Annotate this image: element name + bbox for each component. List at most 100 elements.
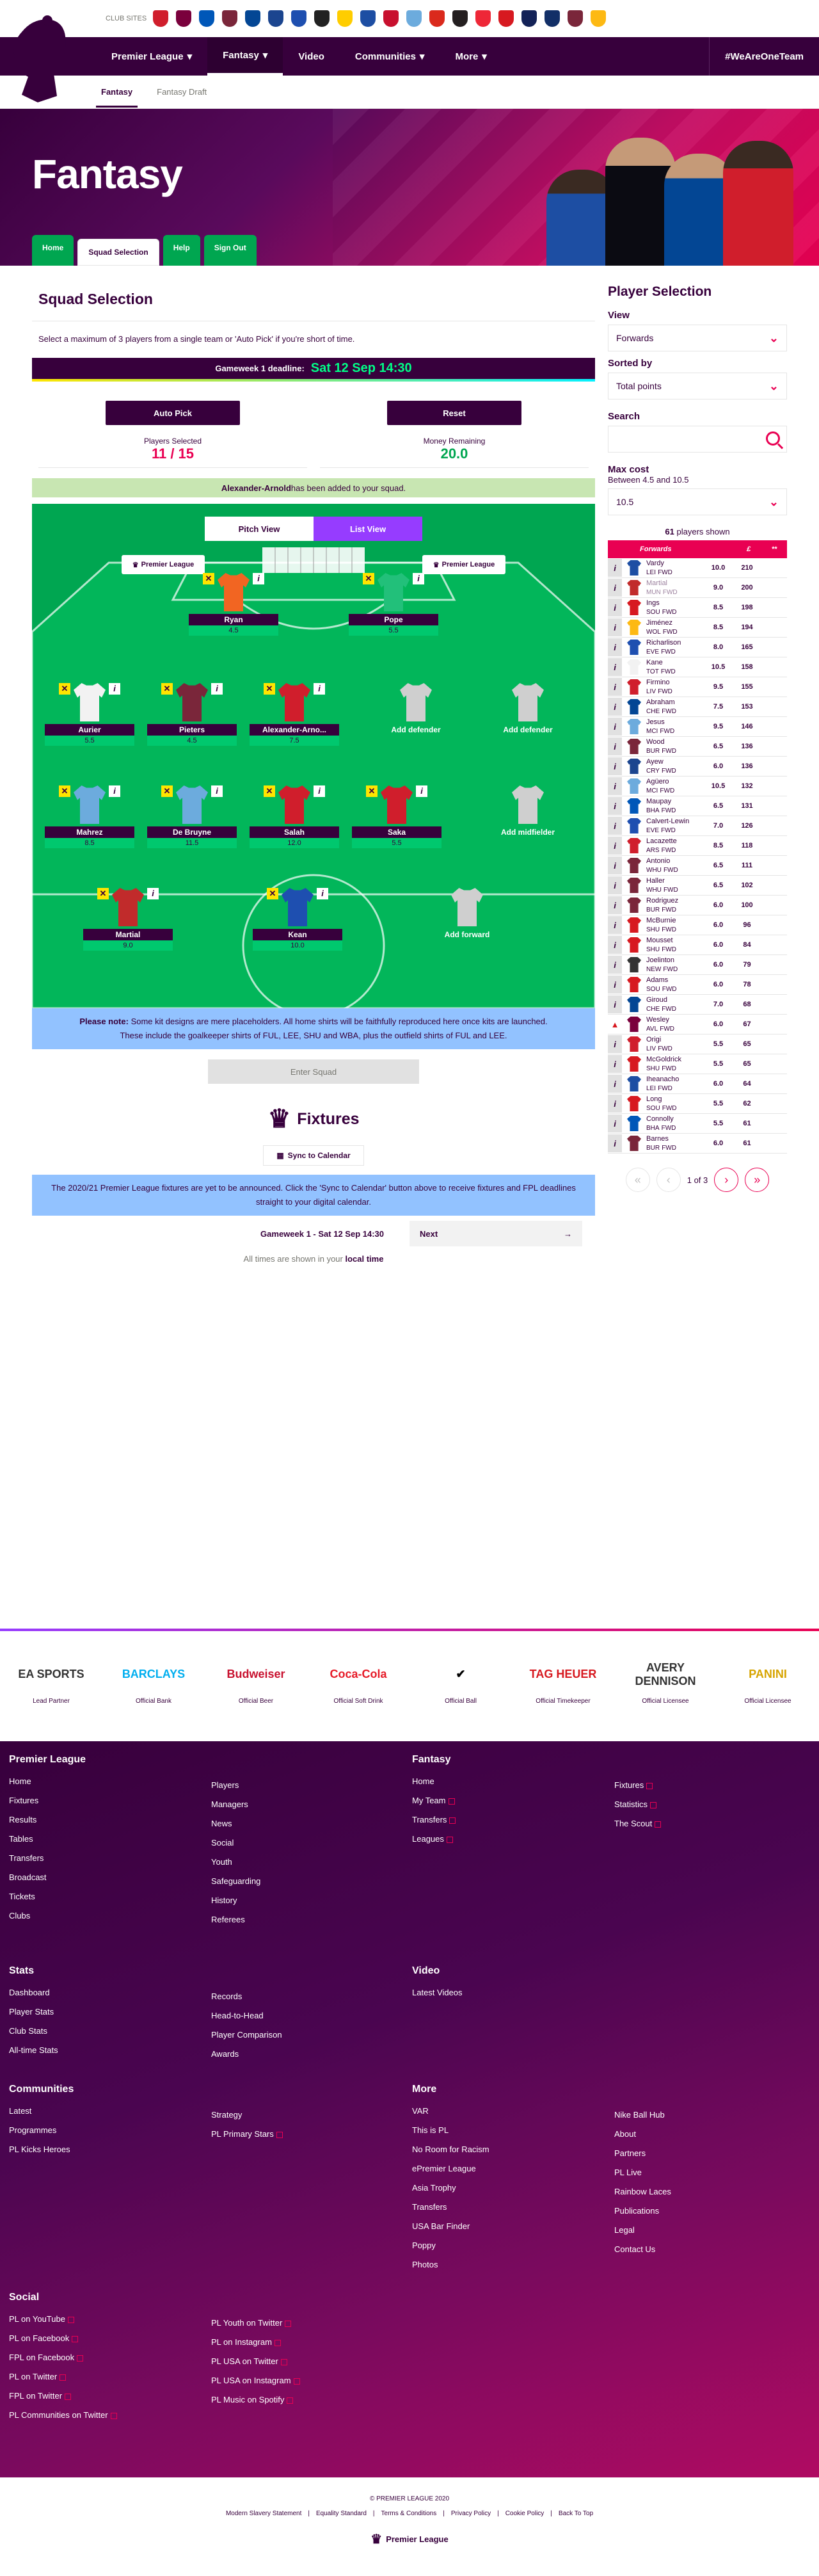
nav-more[interactable]: More ▾ xyxy=(440,37,502,76)
info-icon[interactable]: i xyxy=(608,936,622,954)
remove-icon[interactable]: ✕ xyxy=(59,683,70,695)
remove-icon[interactable]: ✕ xyxy=(97,888,109,899)
footer-link[interactable]: Statistics xyxy=(614,1795,661,1814)
pitch-player[interactable]: Alexander-Arno... 7.5 ✕ i xyxy=(250,683,339,746)
footer-link[interactable]: Managers xyxy=(211,1795,260,1814)
player-list-row[interactable]: i Vardy LEI FWD 10.0 210 xyxy=(608,558,787,578)
everton-crest-icon[interactable] xyxy=(291,10,307,27)
info-icon[interactable]: i xyxy=(211,683,223,695)
footer-link[interactable]: Awards xyxy=(211,2045,282,2064)
footer-link[interactable]: Strategy xyxy=(211,2105,283,2125)
footer-link[interactable]: PL USA on Instagram xyxy=(211,2371,300,2390)
footer-link[interactable]: This is PL xyxy=(412,2121,489,2140)
footer-link[interactable]: PL USA on Twitter xyxy=(211,2352,300,2371)
enter-squad-button[interactable]: Enter Squad xyxy=(208,1059,419,1084)
chelsea-crest-icon[interactable] xyxy=(245,10,261,27)
prev-page-button[interactable]: ‹ xyxy=(656,1168,681,1192)
player-list-row[interactable]: i Lacazette ARS FWD 8.5 118 xyxy=(608,836,787,856)
pitch-player[interactable]: Pope 5.5 ✕ i xyxy=(349,573,438,636)
partner-item[interactable]: PANINI Official Licensee xyxy=(729,1657,806,1705)
info-icon[interactable]: i xyxy=(608,995,622,1013)
pitch-player[interactable]: De Bruyne 11.5 ✕ i xyxy=(147,785,237,848)
footer-link[interactable]: Clubs xyxy=(9,1906,86,1926)
footer-link[interactable]: Transfers xyxy=(9,1849,86,1868)
nav-fantasy[interactable]: Fantasy ▾ xyxy=(207,37,283,76)
info-icon[interactable]: i xyxy=(416,785,427,797)
info-icon[interactable]: i xyxy=(608,777,622,795)
player-list-row[interactable]: i Long SOU FWD 5.5 62 xyxy=(608,1094,787,1114)
list-view-tab[interactable]: List View xyxy=(314,517,422,541)
info-icon[interactable]: i xyxy=(413,573,424,584)
footer-link[interactable]: Tables xyxy=(9,1830,86,1849)
footer-link[interactable]: Programmes xyxy=(9,2121,74,2140)
add-player-slot[interactable]: Add forward xyxy=(422,888,512,940)
we-are-one-team-link[interactable]: #WeAreOneTeam xyxy=(709,37,819,76)
footer-link[interactable]: Latest xyxy=(9,2102,74,2121)
footer-link[interactable]: PL Kicks Heroes xyxy=(9,2140,74,2159)
warning-icon[interactable]: ▲ xyxy=(608,1015,622,1033)
legal-link[interactable]: Privacy Policy xyxy=(451,2510,491,2517)
footer-link[interactable]: Latest Videos xyxy=(412,1983,463,2002)
remove-icon[interactable]: ✕ xyxy=(264,785,275,797)
tab-help[interactable]: Help xyxy=(163,235,200,266)
player-list-row[interactable]: i Firmino LIV FWD 9.5 155 xyxy=(608,677,787,697)
fulham-crest-icon[interactable] xyxy=(314,10,330,27)
next-gameweek-button[interactable]: Next → xyxy=(410,1221,582,1247)
arsenal-crest-icon[interactable] xyxy=(153,10,169,27)
info-icon[interactable]: i xyxy=(608,1075,622,1093)
info-icon[interactable]: i xyxy=(608,837,622,855)
footer-link[interactable]: Results xyxy=(9,1810,86,1830)
footer-link[interactable]: PL on Twitter xyxy=(9,2367,117,2387)
footer-link[interactable]: Photos xyxy=(412,2255,489,2274)
info-icon[interactable]: i xyxy=(317,888,328,899)
west-ham-crest-icon[interactable] xyxy=(568,10,584,27)
footer-link[interactable]: News xyxy=(211,1814,260,1833)
player-list-row[interactable]: i Mousset SHU FWD 6.0 84 xyxy=(608,935,787,955)
info-icon[interactable]: i xyxy=(608,1055,622,1073)
footer-link[interactable]: Publications xyxy=(614,2202,671,2221)
info-icon[interactable]: i xyxy=(608,698,622,716)
subnav-fantasy[interactable]: Fantasy xyxy=(96,77,138,108)
footer-link[interactable]: Partners xyxy=(614,2144,671,2163)
info-icon[interactable]: i xyxy=(608,956,622,974)
info-icon[interactable]: i xyxy=(608,976,622,994)
player-list-row[interactable]: i Wood BUR FWD 6.5 136 xyxy=(608,737,787,757)
info-icon[interactable]: i xyxy=(253,573,264,584)
footer-link[interactable]: FPL on Facebook xyxy=(9,2348,117,2367)
auto-pick-button[interactable]: Auto Pick xyxy=(106,401,240,425)
footer-link[interactable]: PL Music on Spotify xyxy=(211,2390,300,2410)
premier-league-lion-logo[interactable] xyxy=(9,13,68,109)
footer-link[interactable]: Contact Us xyxy=(614,2240,671,2259)
info-icon[interactable]: i xyxy=(608,599,622,616)
pitch-player[interactable]: Martial 9.0 ✕ i xyxy=(83,888,173,951)
player-list-row[interactable]: i Maupay BHA FWD 6.5 131 xyxy=(608,796,787,816)
footer-link[interactable]: Broadcast xyxy=(9,1868,86,1887)
remove-icon[interactable]: ✕ xyxy=(264,683,275,695)
info-icon[interactable]: i xyxy=(608,737,622,755)
info-icon[interactable]: i xyxy=(608,857,622,874)
footer-link[interactable]: Records xyxy=(211,1987,282,2006)
first-page-button[interactable]: « xyxy=(625,1168,650,1192)
footer-link[interactable]: History xyxy=(211,1891,260,1910)
footer-link[interactable]: No Room for Racism xyxy=(412,2140,489,2159)
burnley-crest-icon[interactable] xyxy=(222,10,238,27)
southampton-crest-icon[interactable] xyxy=(498,10,514,27)
footer-link[interactable]: Head-to-Head xyxy=(211,2006,282,2025)
info-icon[interactable]: i xyxy=(608,1095,622,1113)
footer-link[interactable]: PL on Instagram xyxy=(211,2333,300,2352)
tottenham-crest-icon[interactable] xyxy=(521,10,537,27)
footer-link[interactable]: PL on YouTube xyxy=(9,2310,117,2329)
info-icon[interactable]: i xyxy=(608,916,622,934)
player-list-row[interactable]: i Richarlison EVE FWD 8.0 165 xyxy=(608,638,787,657)
footer-link[interactable]: PL Communities on Twitter xyxy=(9,2406,117,2425)
footer-pl-logo[interactable]: ♛ Premier League xyxy=(0,2531,819,2547)
partner-item[interactable]: Coca-Cola Official Soft Drink xyxy=(320,1657,397,1705)
footer-link[interactable]: Home xyxy=(412,1772,456,1791)
player-list-row[interactable]: i Kane TOT FWD 10.5 158 xyxy=(608,657,787,677)
footer-link[interactable]: Tickets xyxy=(9,1887,86,1906)
footer-link[interactable]: Fixtures xyxy=(614,1776,661,1795)
footer-link[interactable]: Transfers xyxy=(412,2198,489,2217)
pitch-player[interactable]: Mahrez 8.5 ✕ i xyxy=(45,785,134,848)
footer-link[interactable]: FPL on Twitter xyxy=(9,2387,117,2406)
legal-link[interactable]: Equality Standard xyxy=(316,2510,367,2517)
